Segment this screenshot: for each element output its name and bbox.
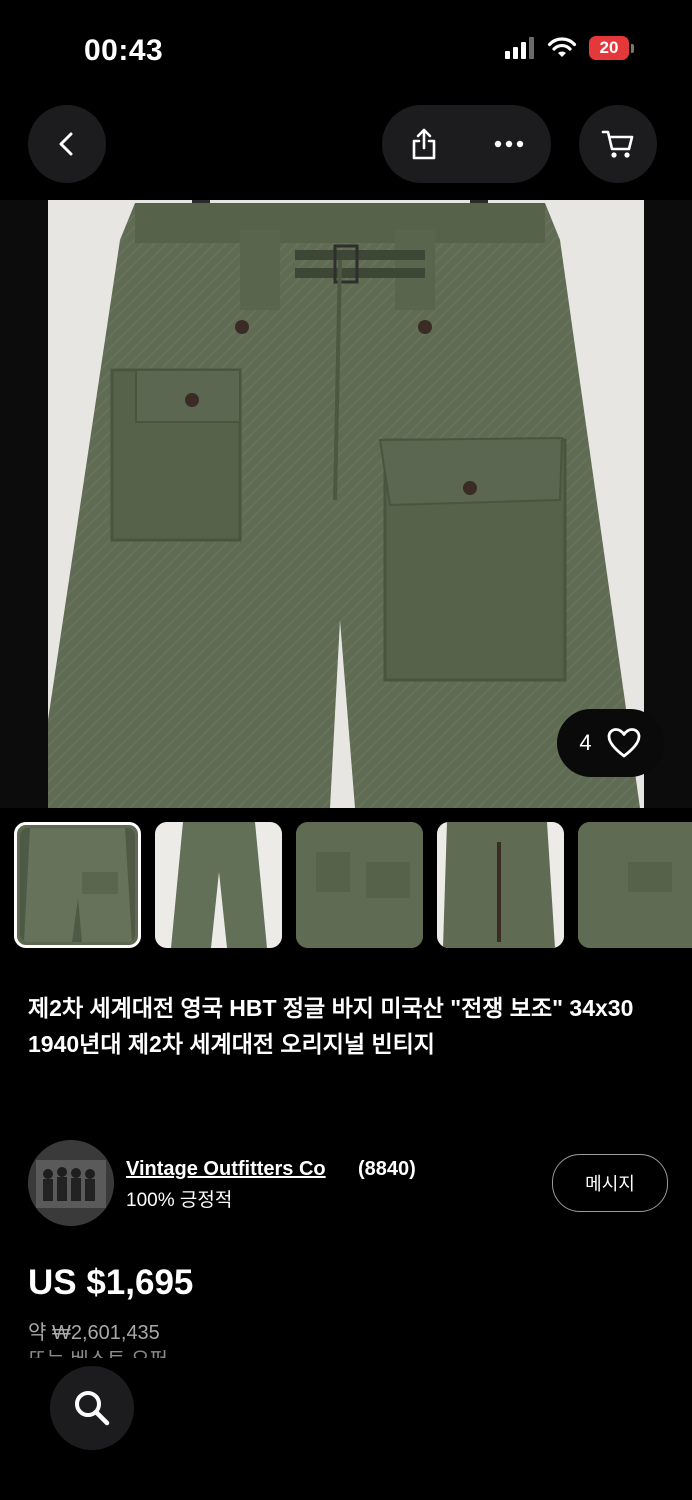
share-icon — [412, 128, 436, 160]
heart-outline-icon — [607, 728, 641, 758]
status-bar: 00:43 20 — [0, 0, 692, 100]
thumbnail-1[interactable] — [14, 822, 141, 948]
cellular-signal-icon — [505, 37, 534, 59]
seller-feedback-count: (8840) — [358, 1158, 416, 1180]
thumbnail-image — [296, 822, 423, 948]
price: US $1,695 — [28, 1263, 194, 1302]
thumbnail-4[interactable] — [437, 822, 564, 948]
back-button[interactable] — [28, 105, 106, 183]
thumbnail-image — [578, 822, 692, 948]
battery-tip — [631, 43, 634, 53]
like-count: 4 — [579, 730, 592, 755]
more-button[interactable] — [479, 114, 539, 174]
thumbnail-image — [20, 828, 135, 942]
thumbnail-3[interactable] — [296, 822, 423, 948]
thumbnail-5[interactable] — [578, 822, 692, 948]
battery-indicator: 20 — [589, 36, 634, 60]
best-offer-text: 또는 베스트 오퍼 — [28, 1350, 168, 1358]
cart-icon — [601, 130, 634, 158]
share-button[interactable] — [394, 114, 454, 174]
seller-feedback-percent: 100% 긍정적 — [126, 1190, 233, 1211]
thumbnail-image — [437, 822, 564, 948]
wifi-icon — [547, 37, 577, 57]
seller-avatar-image — [28, 1140, 114, 1226]
thumbnail-strip — [14, 822, 692, 948]
seller-section: Vintage Outfitters Co (8840) 100% 긍정적 메시… — [28, 1140, 668, 1226]
message-button[interactable]: 메시지 — [552, 1154, 668, 1212]
like-button[interactable]: 4 — [557, 709, 664, 777]
seller-name-link[interactable]: Vintage Outfitters Co — [126, 1158, 326, 1181]
listing-title: 제2차 세계대전 영국 HBT 정글 바지 미국산 "전쟁 보조" 34x30 … — [28, 995, 634, 1057]
thumbnail-image — [155, 822, 282, 948]
status-time: 00:43 — [84, 34, 164, 67]
thumbnail-2[interactable] — [155, 822, 282, 948]
action-pill — [382, 105, 551, 183]
approx-price: 약 ₩2,601,435 — [28, 1322, 160, 1344]
search-button[interactable] — [50, 1366, 134, 1450]
chevron-left-icon — [59, 132, 73, 156]
search-icon — [75, 1391, 110, 1426]
status-icons: 20 — [505, 36, 634, 60]
cart-button[interactable] — [579, 105, 657, 183]
more-horizontal-icon — [494, 140, 523, 148]
battery-level: 20 — [589, 36, 629, 60]
seller-avatar[interactable] — [28, 1140, 114, 1226]
